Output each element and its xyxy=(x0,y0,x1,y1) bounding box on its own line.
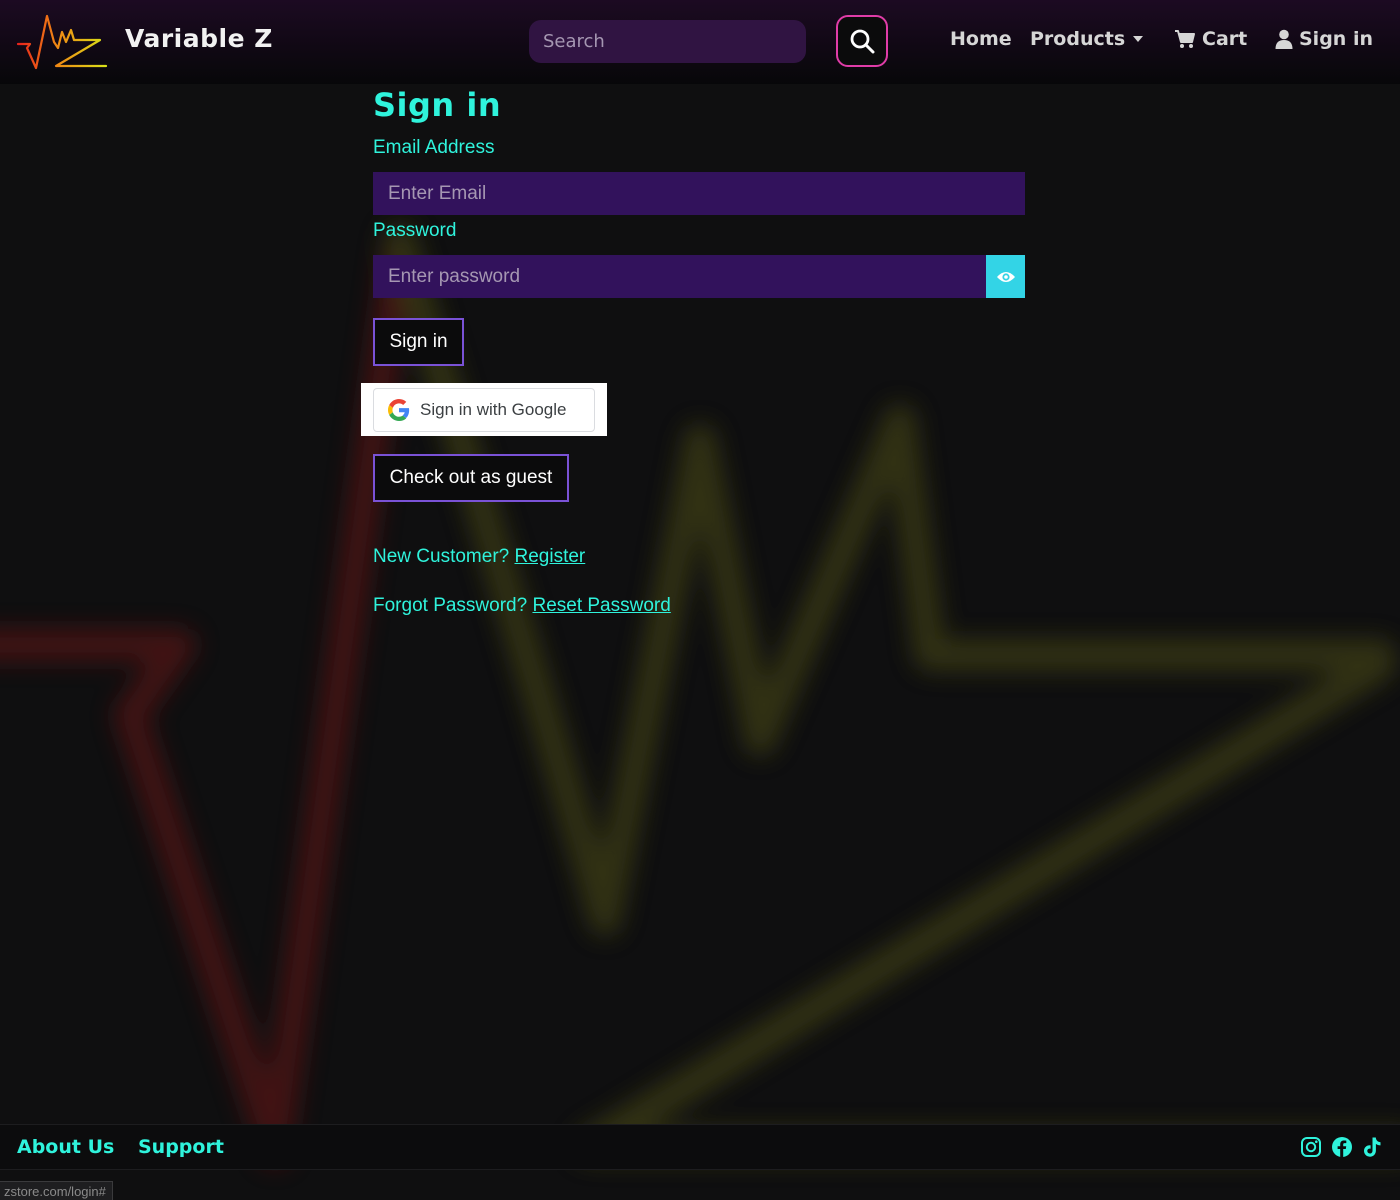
forgot-password-text: Forgot Password? xyxy=(373,595,528,616)
footer: About Us Support xyxy=(0,1124,1400,1170)
brand-logo[interactable] xyxy=(16,12,108,72)
email-field[interactable] xyxy=(373,172,1025,215)
search-input[interactable] xyxy=(529,20,806,63)
page: Variable Z Home Products Cart xyxy=(0,0,1400,1200)
chevron-down-icon xyxy=(1133,36,1144,42)
nav-cart-label: Cart xyxy=(1202,28,1248,50)
eye-icon xyxy=(996,271,1015,282)
search-icon xyxy=(850,29,875,54)
brand-name[interactable]: Variable Z xyxy=(125,24,273,53)
nav-products-label: Products xyxy=(1030,28,1126,50)
nav-signin[interactable]: Sign in xyxy=(1275,28,1373,50)
nav-cart[interactable]: Cart xyxy=(1174,28,1247,50)
email-label: Email Address xyxy=(373,137,495,158)
guest-checkout-label: Check out as guest xyxy=(389,467,553,488)
google-icon xyxy=(388,399,410,421)
page-title: Sign in xyxy=(373,86,502,124)
new-customer-text: New Customer? xyxy=(373,546,510,567)
toggle-password-button[interactable] xyxy=(986,255,1025,298)
cart-icon xyxy=(1175,30,1195,48)
footer-support-link[interactable]: Support xyxy=(138,1136,224,1158)
google-signin-label: Sign in with Google xyxy=(420,400,567,419)
instagram-icon[interactable] xyxy=(1300,1136,1322,1158)
google-signin-button[interactable]: Sign in with Google xyxy=(373,388,595,432)
reset-password-link[interactable]: Reset Password xyxy=(532,595,670,616)
facebook-icon[interactable] xyxy=(1331,1136,1353,1158)
user-icon xyxy=(1275,29,1293,49)
navbar: Variable Z Home Products Cart xyxy=(0,0,1400,84)
password-field[interactable] xyxy=(373,255,986,298)
password-label: Password xyxy=(373,220,457,241)
nav-home-label: Home xyxy=(950,28,1012,50)
nav-home[interactable]: Home xyxy=(950,28,1012,50)
status-bar-url: zstore.com/login# xyxy=(0,1181,113,1200)
signin-button-label: Sign in xyxy=(389,331,448,352)
google-signin-container: Sign in with Google xyxy=(361,383,607,436)
search-button[interactable] xyxy=(836,15,888,67)
footer-about-link[interactable]: About Us xyxy=(17,1136,114,1158)
signin-button[interactable]: Sign in xyxy=(373,318,464,366)
new-customer-line: New Customer? Register xyxy=(373,546,585,568)
guest-checkout-button[interactable]: Check out as guest xyxy=(373,454,569,502)
register-link[interactable]: Register xyxy=(515,546,586,567)
tiktok-icon[interactable] xyxy=(1361,1136,1383,1158)
nav-products-dropdown[interactable]: Products xyxy=(1030,28,1144,50)
forgot-password-line: Forgot Password? Reset Password xyxy=(373,595,671,617)
nav-signin-label: Sign in xyxy=(1299,28,1373,50)
